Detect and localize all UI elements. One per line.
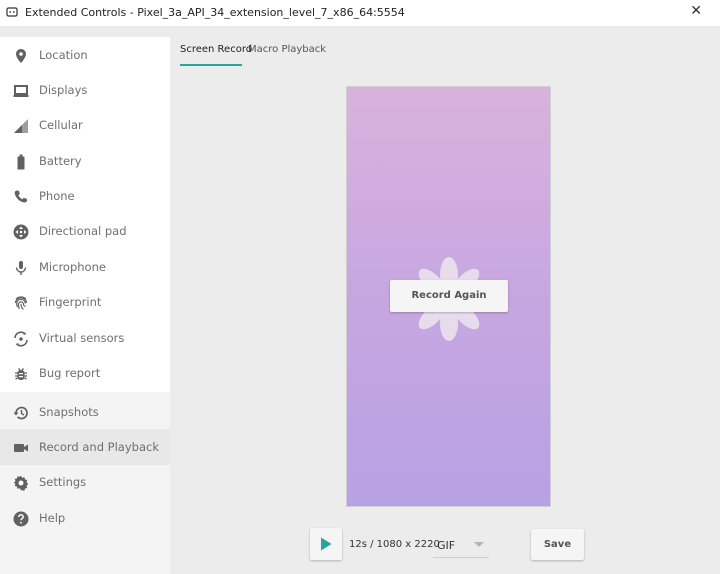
sidebar-item-label: Cellular [39,118,83,132]
history-icon [12,404,30,422]
sidebar-item-label: Microphone [39,260,106,274]
sidebar-item-microphone[interactable]: Microphone [0,249,170,285]
sidebar-item-label: Settings [39,475,87,489]
play-button[interactable] [310,528,342,560]
sidebar-item-snapshots[interactable]: Snapshots [0,394,170,430]
phone-icon [12,188,30,206]
tab-macro-playback[interactable]: Macro Playback [248,44,326,66]
sidebar-item-label: Battery [39,154,82,168]
sidebar: Location Displays Cellular Battery Phone [0,37,170,574]
help-icon [12,510,30,528]
format-dropdown-value: GIF [437,539,456,552]
tab-label: Macro Playback [248,44,327,55]
laptop-display-icon [12,82,30,100]
extended-controls-window: Extended Controls - Pixel_3a_API_34_exte… [0,0,720,574]
save-button[interactable]: Save [531,529,584,560]
cellular-signal-icon [12,117,30,135]
microphone-icon [12,259,30,277]
bug-icon [12,365,30,383]
sidebar-item-label: Location [39,48,88,62]
sidebar-item-displays[interactable]: Displays [0,72,170,108]
sidebar-item-settings[interactable]: Settings [0,464,170,500]
sidebar-item-phone[interactable]: Phone [0,178,170,214]
sidebar-item-label: Virtual sensors [39,331,125,345]
sidebar-item-label: Help [39,511,66,525]
recording-info: 12s / 1080 x 2220 [349,539,440,550]
sidebar-item-virtual-sensors[interactable]: Virtual sensors [0,320,170,356]
active-tab-underline [180,64,242,66]
tab-screen-record[interactable]: Screen Record [180,44,252,66]
title-bar: Extended Controls - Pixel_3a_API_34_exte… [0,0,720,26]
dpad-icon [12,223,30,241]
rotation-sensor-icon [12,330,30,348]
play-icon [321,537,332,551]
record-again-button[interactable]: Record Again [390,280,508,312]
sidebar-item-bug-report[interactable]: Bug report [0,355,170,391]
sidebar-item-location[interactable]: Location [0,37,170,73]
sidebar-item-directional-pad[interactable]: Directional pad [0,213,170,249]
tab-label: Screen Record [180,44,253,55]
sidebar-item-label: Displays [39,83,88,97]
sidebar-item-battery[interactable]: Battery [0,143,170,179]
gear-icon [12,474,30,492]
close-icon[interactable]: ✕ [690,4,702,18]
recording-preview: Record Again [346,86,551,507]
battery-icon [12,153,30,171]
sidebar-item-label: Record and Playback [39,440,159,454]
sidebar-item-label: Phone [39,189,75,203]
sidebar-item-label: Bug report [39,366,101,380]
format-dropdown[interactable]: GIF [433,532,489,558]
emulator-app-icon [6,7,18,17]
chevron-down-icon [474,542,484,547]
sidebar-item-label: Snapshots [39,405,99,419]
videocam-icon [12,439,30,457]
window-title: Extended Controls - Pixel_3a_API_34_exte… [25,6,405,19]
sidebar-item-label: Directional pad [39,224,127,238]
sidebar-item-fingerprint[interactable]: Fingerprint [0,284,170,320]
sidebar-item-label: Fingerprint [39,295,102,309]
sidebar-item-cellular[interactable]: Cellular [0,107,170,143]
fingerprint-icon [12,294,30,312]
sidebar-item-record-and-playback[interactable]: Record and Playback [0,429,170,465]
sidebar-item-help[interactable]: Help [0,500,170,536]
location-pin-icon [12,47,30,65]
